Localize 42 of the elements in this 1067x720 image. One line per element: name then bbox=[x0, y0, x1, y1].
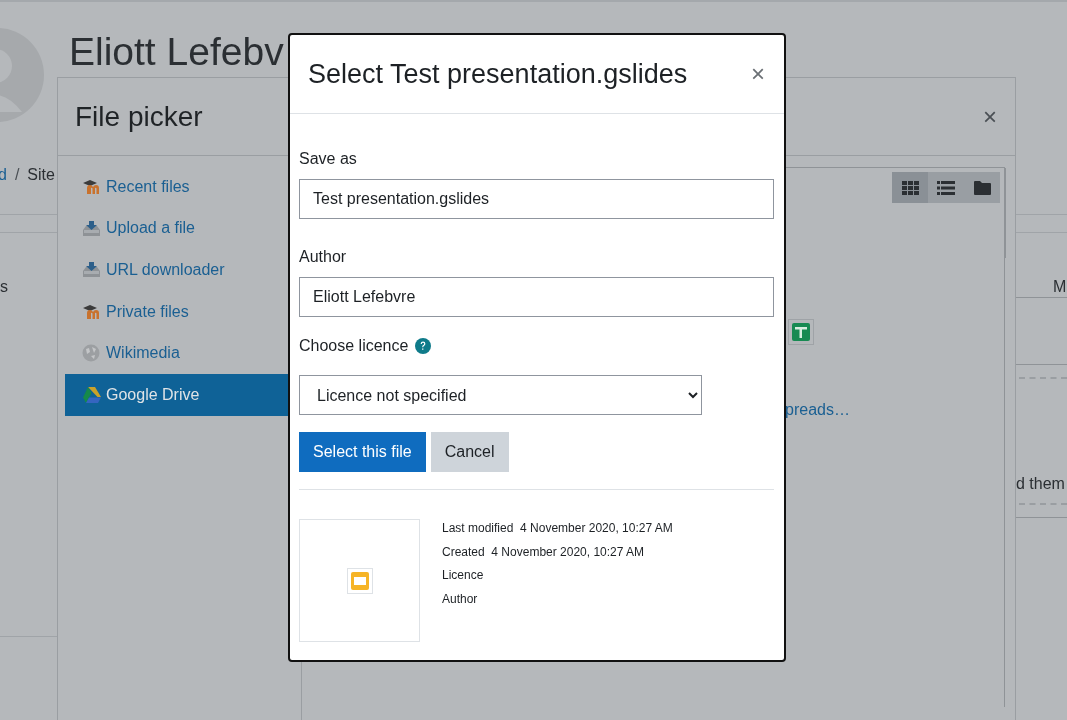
field-label: Save as bbox=[299, 149, 358, 169]
dialog-title: File picker bbox=[75, 99, 203, 134]
graduation-cap-icon bbox=[82, 304, 102, 319]
file-detail: Created 4 November 2020, 10:27 AM bbox=[442, 543, 646, 561]
text-field[interactable]: Eliott Lefebvre bbox=[299, 277, 774, 317]
view-mode-button[interactable] bbox=[964, 172, 1000, 203]
view-mode-button[interactable] bbox=[892, 172, 928, 203]
list-icon bbox=[937, 180, 955, 195]
file-detail: Author bbox=[442, 590, 479, 608]
select-button[interactable]: Select this file bbox=[299, 432, 426, 472]
dialog-title: Select Test presentation.gslides bbox=[308, 57, 688, 91]
repository-item[interactable]: Upload a file bbox=[65, 207, 301, 250]
grid-icon bbox=[901, 180, 919, 195]
slides-file-icon bbox=[350, 571, 369, 590]
view-mode-button[interactable] bbox=[928, 172, 964, 203]
field-label: Author bbox=[299, 247, 348, 267]
help-icon[interactable] bbox=[415, 338, 432, 354]
upload-tray-icon bbox=[82, 219, 101, 237]
field-label: Choose licence bbox=[299, 336, 409, 356]
spreadsheet-file-icon[interactable] bbox=[792, 323, 810, 341]
globe-icon bbox=[82, 344, 100, 363]
page-heading: Eliott Lefebv bbox=[69, 29, 284, 75]
text-fragment: s bbox=[0, 277, 8, 297]
graduation-cap-icon bbox=[82, 179, 102, 194]
breadcrumb-item: Site bbox=[27, 165, 55, 185]
repository-item[interactable]: Wikimedia bbox=[65, 332, 301, 374]
text-fragment: M bbox=[1053, 277, 1067, 297]
repository-item[interactable]: Private files bbox=[65, 290, 301, 333]
close-button[interactable]: × bbox=[751, 62, 765, 86]
text-field[interactable]: Test presentation.gslides bbox=[299, 179, 774, 219]
breadcrumb-separator: / bbox=[14, 165, 20, 185]
cancel-button[interactable]: Cancel bbox=[430, 432, 509, 472]
folder-icon bbox=[973, 180, 991, 195]
drive-triangle-icon bbox=[82, 386, 102, 404]
close-button[interactable]: × bbox=[983, 104, 997, 129]
text-fragment: d them bbox=[1016, 474, 1065, 494]
repository-item[interactable]: Recent files bbox=[65, 166, 301, 208]
upload-tray-icon bbox=[82, 261, 101, 279]
file-detail: Licence bbox=[442, 567, 485, 584]
licence-select[interactable]: Licence not specified bbox=[299, 375, 702, 415]
file-link[interactable]: preads… bbox=[785, 400, 850, 420]
file-detail: Last modified 4 November 2020, 10:27 AM bbox=[442, 520, 673, 537]
